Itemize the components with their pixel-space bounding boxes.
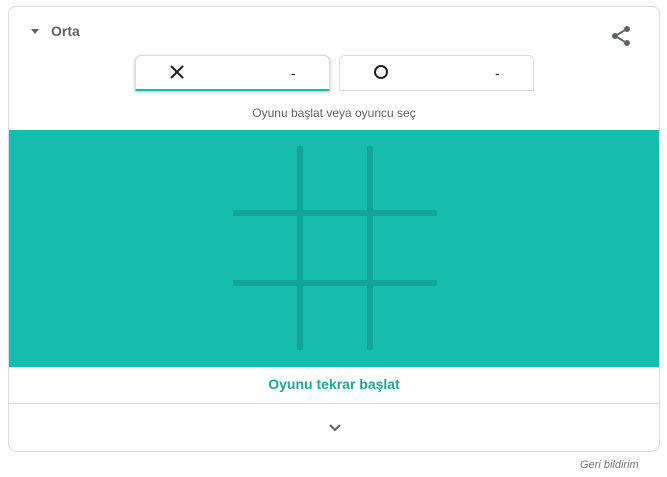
chevron-down-icon[interactable] bbox=[327, 420, 343, 436]
board-cell-3[interactable] bbox=[373, 146, 441, 214]
player-o-score: - bbox=[495, 65, 500, 81]
game-board-area bbox=[9, 130, 659, 367]
card-header: Orta bbox=[9, 7, 659, 57]
difficulty-label: Orta bbox=[51, 23, 80, 39]
player-o-card[interactable]: - bbox=[339, 55, 534, 91]
board-cell-7[interactable] bbox=[233, 286, 301, 354]
tic-tac-toe-card: Orta - - Oyunu başlat veya oyuncu seç Oy… bbox=[8, 6, 660, 452]
player-x-score: - bbox=[291, 65, 296, 81]
restart-row: Oyunu tekrar başlat bbox=[9, 367, 659, 404]
caret-down-icon bbox=[31, 28, 39, 34]
restart-button[interactable]: Oyunu tekrar başlat bbox=[268, 376, 400, 392]
share-icon[interactable] bbox=[609, 24, 633, 48]
board-cell-9[interactable] bbox=[373, 286, 441, 354]
board-cell-4[interactable] bbox=[233, 216, 301, 284]
player-x-card[interactable]: - bbox=[135, 55, 330, 91]
board-cell-2[interactable] bbox=[303, 146, 371, 214]
x-mark-icon bbox=[168, 63, 186, 81]
game-board bbox=[233, 146, 437, 350]
difficulty-dropdown[interactable]: Orta bbox=[31, 23, 80, 39]
o-mark-icon bbox=[372, 63, 390, 81]
board-cell-5[interactable] bbox=[303, 216, 371, 284]
expand-row bbox=[9, 404, 659, 451]
board-cell-6[interactable] bbox=[373, 216, 441, 284]
instruction-text: Oyunu başlat veya oyuncu seç bbox=[252, 106, 416, 120]
feedback-link[interactable]: Geri bildirim bbox=[580, 459, 639, 471]
board-cell-1[interactable] bbox=[233, 146, 301, 214]
board-cell-8[interactable] bbox=[303, 286, 371, 354]
